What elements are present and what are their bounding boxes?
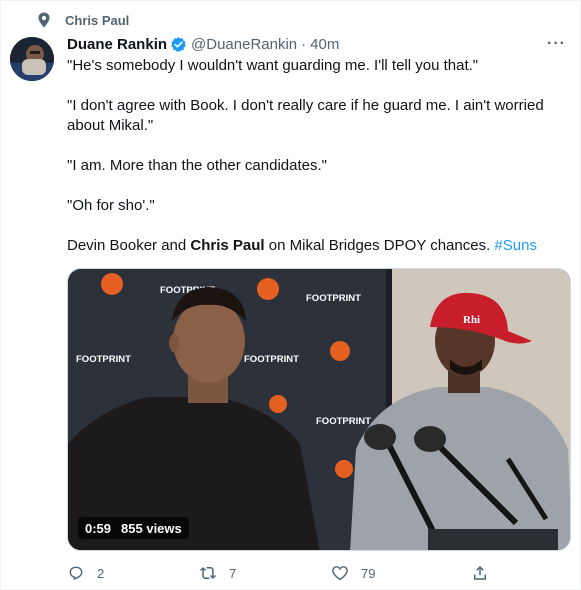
- hashtag-link[interactable]: #Suns: [494, 237, 537, 254]
- sponsor-text: FOOTPRINT: [316, 416, 371, 427]
- like-count: 79: [361, 565, 376, 581]
- hat-text: Rhi: [463, 314, 480, 326]
- tweet-actions: 2 7 79: [67, 564, 527, 586]
- reply-button[interactable]: 2: [67, 564, 104, 582]
- line5-text-before: Devin Booker and: [67, 237, 191, 254]
- mention-chris-paul: Chris Paul: [190, 237, 265, 254]
- more-options-icon[interactable]: ···: [547, 35, 566, 53]
- share-icon: [474, 565, 486, 580]
- video-duration: 0:59: [85, 520, 112, 536]
- author-handle[interactable]: @DuaneRankin: [191, 36, 297, 53]
- video-player[interactable]: FOOTPRINT FOOTPRINT FOOTPRINT FOOTPRINT …: [67, 268, 571, 551]
- tweet-timestamp[interactable]: 40m: [310, 36, 339, 53]
- video-views: 855 views: [121, 520, 182, 536]
- tweet-line-3: "I am. More than the other candidates.": [67, 157, 327, 174]
- video-thumbnail: FOOTPRINT FOOTPRINT FOOTPRINT FOOTPRINT …: [68, 269, 570, 550]
- share-button[interactable]: [471, 564, 489, 582]
- sponsor-text: FOOTPRINT: [244, 354, 299, 365]
- tweet-header: Duane Rankin @DuaneRankin · 40m ···: [67, 34, 566, 54]
- avatar[interactable]: [10, 37, 54, 81]
- tweet-line-1: "He's somebody I wouldn't want guarding …: [67, 57, 479, 74]
- header-separator: ·: [301, 35, 307, 53]
- tweet-card[interactable]: Chris Paul Duane Rankin @DuaneRankin · 4…: [0, 0, 581, 590]
- like-button[interactable]: 79: [331, 564, 375, 582]
- tweet-line-2: "I don't agree with Book. I don't really…: [67, 97, 544, 134]
- sponsor-text: FOOTPRINT: [306, 293, 361, 304]
- tweet-line-5: Devin Booker and Chris Paul on Mikal Bri…: [67, 236, 567, 256]
- retweet-button[interactable]: 7: [199, 564, 236, 582]
- reply-icon: [69, 566, 83, 581]
- heart-icon: [332, 566, 348, 581]
- line5-text-after: on Mikal Bridges DPOY chances.: [264, 237, 495, 254]
- pinned-context: Chris Paul: [37, 12, 129, 28]
- retweet-count: 7: [229, 565, 237, 581]
- verified-badge-icon: [171, 36, 186, 52]
- retweet-icon: [199, 567, 217, 579]
- pin-icon: [38, 12, 50, 28]
- video-stats-overlay: 0:59 855 views: [78, 517, 189, 539]
- context-label[interactable]: Chris Paul: [65, 13, 129, 28]
- tweet-line-4: "Oh for sho'.": [67, 197, 155, 214]
- author-name[interactable]: Duane Rankin: [67, 36, 167, 53]
- sponsor-text: FOOTPRINT: [76, 354, 131, 365]
- tweet-text: "He's somebody I wouldn't want guarding …: [67, 56, 567, 256]
- reply-count: 2: [97, 565, 105, 581]
